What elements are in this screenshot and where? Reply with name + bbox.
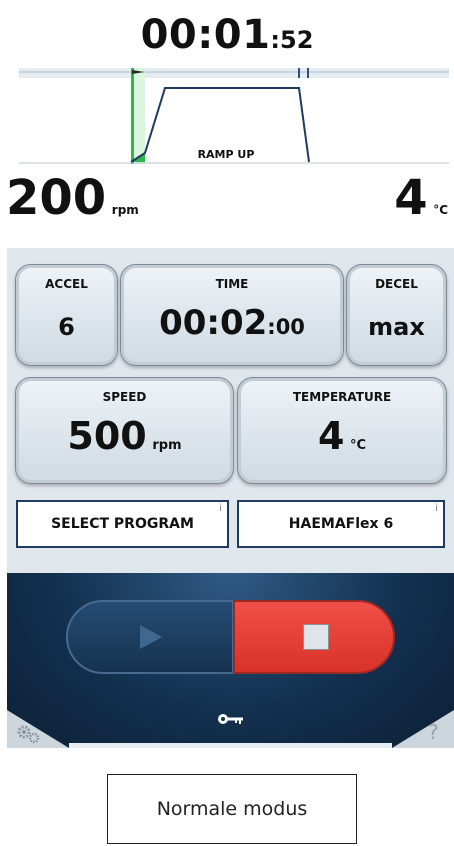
run-profile-graph: RAMP UP <box>19 68 449 164</box>
temperature-label: TEMPERATURE <box>292 390 392 404</box>
time-value-main: 00:02 <box>159 303 268 343</box>
key-icon[interactable] <box>217 712 245 726</box>
info-icon[interactable]: i <box>435 503 438 514</box>
select-program-button[interactable]: SELECT PROGRAM i <box>16 500 229 548</box>
current-temperature: 4 °C <box>394 170 448 226</box>
phase-label: RAMP UP <box>198 148 255 161</box>
accel-value: 6 <box>58 313 75 341</box>
stop-button[interactable] <box>233 600 395 674</box>
select-program-label: SELECT PROGRAM <box>51 516 194 532</box>
current-temperature-unit: °C <box>433 203 448 217</box>
start-button[interactable] <box>66 600 234 674</box>
decel-tile[interactable]: DECEL max <box>346 264 447 366</box>
temperature-value-number: 4 <box>317 414 345 458</box>
current-speed-value: 200 <box>6 170 107 226</box>
current-speed-unit: rpm <box>111 203 139 217</box>
bottom-strip <box>69 743 392 748</box>
progress-cursor <box>131 68 134 164</box>
play-icon <box>140 625 162 649</box>
speed-value-number: 500 <box>67 414 147 458</box>
speed-label: SPEED <box>102 390 147 404</box>
temperature-tile[interactable]: TEMPERATURE 4 °C <box>237 377 447 484</box>
decel-label: DECEL <box>375 277 418 291</box>
time-label: TIME <box>215 277 249 291</box>
elapsed-timer-main: 00:01 <box>140 12 271 58</box>
help-button[interactable]: ? <box>428 720 439 744</box>
current-temperature-value: 4 <box>394 170 428 226</box>
current-program-label: HAEMAFlex 6 <box>288 516 394 532</box>
elapsed-timer: 00:01:52 <box>0 12 454 58</box>
stop-icon <box>303 624 329 650</box>
decel-value: max <box>368 313 425 341</box>
gears-icon[interactable] <box>16 724 42 744</box>
mode-caption-text: Normale modus <box>156 798 308 820</box>
time-tile[interactable]: TIME 00:02:00 <box>120 264 344 366</box>
speed-tile[interactable]: SPEED 500 rpm <box>15 377 234 484</box>
temperature-value: 4 °C <box>238 414 446 458</box>
temperature-value-unit: °C <box>349 438 367 453</box>
speed-value-unit: rpm <box>152 438 182 453</box>
elapsed-timer-seconds: :52 <box>270 26 314 54</box>
mode-caption: Normale modus <box>107 774 357 844</box>
time-value: 00:02:00 <box>121 303 343 343</box>
current-speed: 200 rpm <box>6 170 139 226</box>
accel-tile[interactable]: ACCEL 6 <box>15 264 118 366</box>
start-stop-control <box>66 600 395 674</box>
time-value-seconds: :00 <box>267 315 305 339</box>
right-corner <box>392 710 454 748</box>
speed-value: 500 rpm <box>16 414 233 458</box>
info-icon[interactable]: i <box>219 503 222 514</box>
accel-label: ACCEL <box>45 277 88 291</box>
current-program-button[interactable]: HAEMAFlex 6 i <box>237 500 445 548</box>
